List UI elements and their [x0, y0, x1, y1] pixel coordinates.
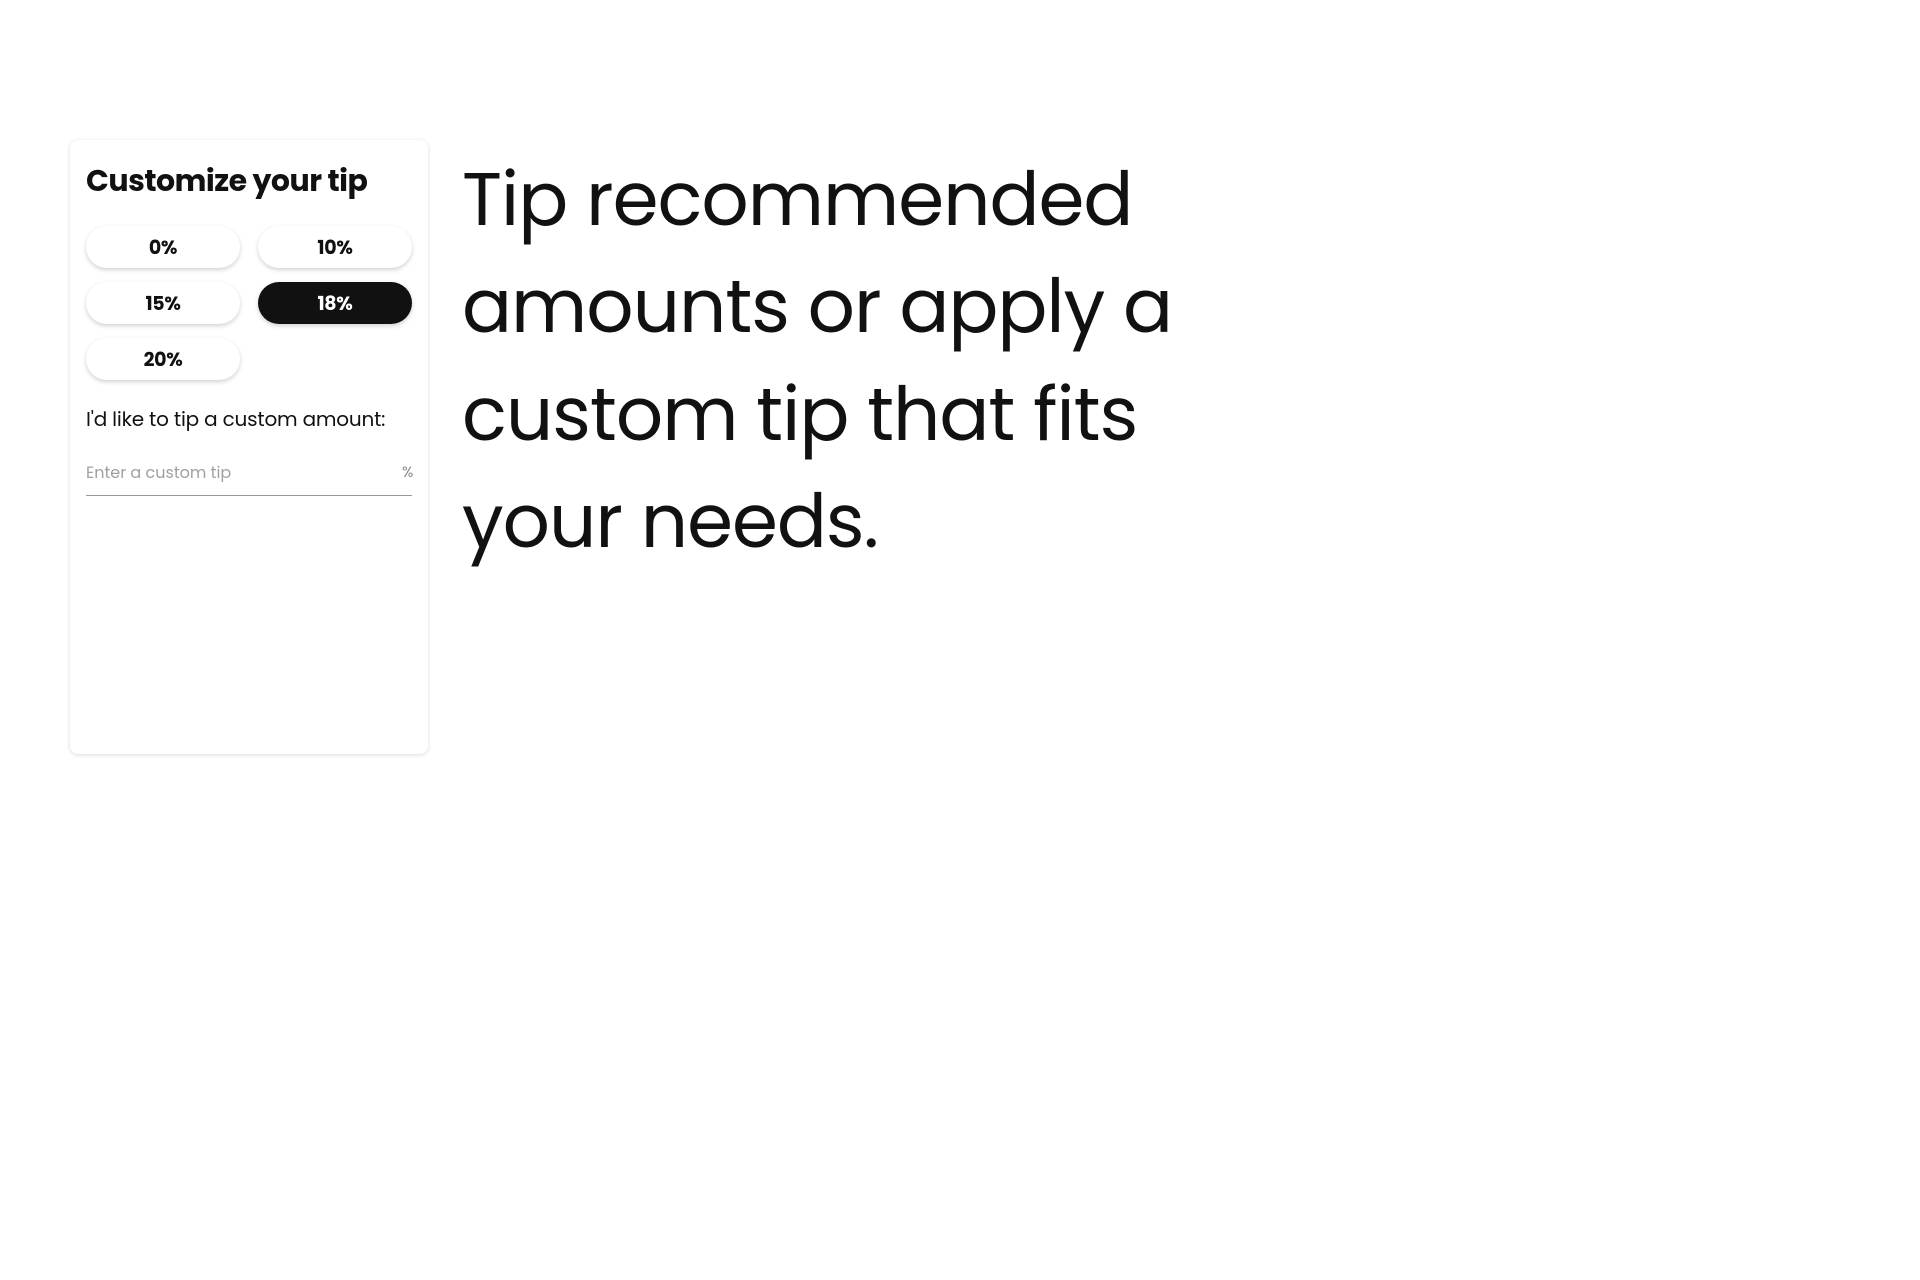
custom-tip-input[interactable]	[86, 456, 402, 489]
tip-button-10[interactable]: 10%	[258, 226, 412, 268]
tip-button-0[interactable]: 0%	[86, 226, 240, 268]
custom-tip-label: I'd like to tip a custom amount:	[86, 404, 412, 434]
tip-button-18[interactable]: 18%	[258, 282, 412, 324]
custom-tip-input-wrapper: %	[86, 456, 412, 496]
card-title: Customize your tip	[86, 158, 412, 204]
tip-card: Customize your tip 0% 10% 15% 18% 20% I'…	[70, 140, 428, 754]
description-text: Tip recommended amounts or apply a custo…	[462, 146, 1282, 575]
percent-symbol: %	[402, 461, 453, 484]
tip-button-15[interactable]: 15%	[86, 282, 240, 324]
main-container: Customize your tip 0% 10% 15% 18% 20% I'…	[0, 0, 1920, 894]
tip-options-grid: 0% 10% 15% 18% 20%	[86, 226, 412, 380]
tip-button-20[interactable]: 20%	[86, 338, 240, 380]
